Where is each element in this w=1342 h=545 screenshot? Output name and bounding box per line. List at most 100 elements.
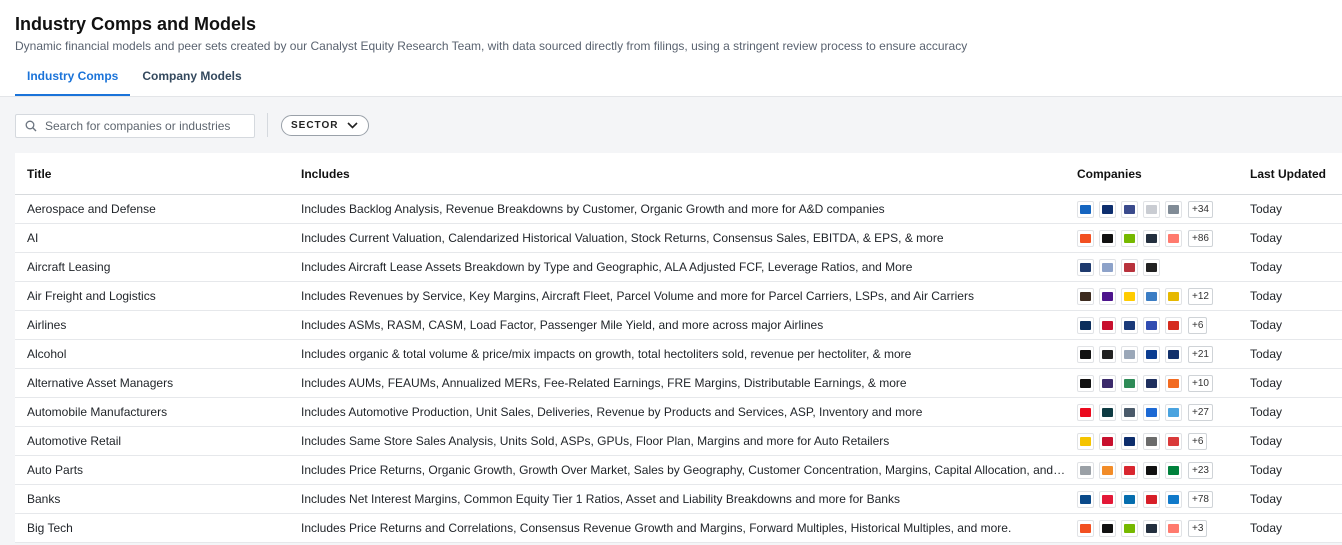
table-row[interactable]: Alcohol Includes organic & total volume &…	[15, 340, 1342, 369]
company-logo[interactable]	[1165, 345, 1182, 363]
company-logo[interactable]	[1099, 374, 1116, 392]
company-logo[interactable]	[1143, 200, 1160, 218]
company-logo[interactable]	[1121, 432, 1138, 450]
company-logo[interactable]	[1121, 403, 1138, 421]
company-logo[interactable]	[1099, 432, 1116, 450]
company-logo[interactable]	[1077, 461, 1094, 479]
company-logo[interactable]	[1121, 519, 1138, 537]
more-companies-badge[interactable]: +21	[1188, 345, 1213, 363]
company-logo[interactable]	[1121, 229, 1138, 247]
company-logo[interactable]	[1099, 200, 1116, 218]
row-title[interactable]: Aerospace and Defense	[15, 202, 301, 216]
company-logo[interactable]	[1165, 229, 1182, 247]
table-row[interactable]: Big Tech Includes Price Returns and Corre…	[15, 514, 1342, 543]
company-logo[interactable]	[1077, 316, 1094, 334]
more-companies-badge[interactable]: +34	[1188, 200, 1213, 218]
company-logo[interactable]	[1165, 287, 1182, 305]
company-logo[interactable]	[1077, 287, 1094, 305]
sector-filter-button[interactable]: SECTOR	[281, 115, 369, 136]
row-title[interactable]: Automobile Manufacturers	[15, 405, 301, 419]
company-logo[interactable]	[1121, 461, 1138, 479]
row-title[interactable]: Alcohol	[15, 347, 301, 361]
company-logo[interactable]	[1143, 345, 1160, 363]
company-logo[interactable]	[1121, 316, 1138, 334]
company-logo[interactable]	[1099, 490, 1116, 508]
company-logo[interactable]	[1143, 374, 1160, 392]
company-logo[interactable]	[1143, 403, 1160, 421]
company-logo[interactable]	[1121, 287, 1138, 305]
row-title[interactable]: Big Tech	[15, 521, 301, 535]
company-logo[interactable]	[1099, 403, 1116, 421]
more-companies-badge[interactable]: +86	[1188, 229, 1213, 247]
tab-company-models[interactable]: Company Models	[130, 62, 253, 96]
company-logo[interactable]	[1099, 316, 1116, 334]
company-logo[interactable]	[1165, 461, 1182, 479]
company-logo[interactable]	[1077, 519, 1094, 537]
more-companies-badge[interactable]: +10	[1188, 374, 1213, 392]
table-row[interactable]: Aerospace and Defense Includes Backlog An…	[15, 195, 1342, 224]
company-logo[interactable]	[1077, 432, 1094, 450]
company-logo[interactable]	[1099, 461, 1116, 479]
table-row[interactable]: Alternative Asset Managers Includes AUMs,…	[15, 369, 1342, 398]
search-box[interactable]	[15, 114, 255, 138]
company-logo[interactable]	[1121, 490, 1138, 508]
table-row[interactable]: Auto Parts Includes Price Returns, Organi…	[15, 456, 1342, 485]
more-companies-badge[interactable]: +6	[1188, 316, 1208, 334]
company-logo[interactable]	[1077, 229, 1094, 247]
more-companies-badge[interactable]: +27	[1188, 403, 1213, 421]
company-logo[interactable]	[1165, 519, 1182, 537]
row-title[interactable]: AI	[15, 231, 301, 245]
company-logo[interactable]	[1165, 432, 1182, 450]
table-row[interactable]: Air Freight and Logistics Includes Revenu…	[15, 282, 1342, 311]
more-companies-badge[interactable]: +78	[1188, 490, 1213, 508]
table-row[interactable]: AI Includes Current Valuation, Calendariz…	[15, 224, 1342, 253]
company-logo[interactable]	[1077, 258, 1094, 276]
company-logo[interactable]	[1121, 374, 1138, 392]
company-logo[interactable]	[1099, 287, 1116, 305]
row-title[interactable]: Banks	[15, 492, 301, 506]
table-row[interactable]: Aircraft Leasing Includes Aircraft Lease …	[15, 253, 1342, 282]
company-logo[interactable]	[1099, 345, 1116, 363]
company-logo[interactable]	[1143, 258, 1160, 276]
company-logo[interactable]	[1099, 229, 1116, 247]
more-companies-badge[interactable]: +6	[1188, 432, 1208, 450]
row-title[interactable]: Air Freight and Logistics	[15, 289, 301, 303]
company-logo[interactable]	[1121, 345, 1138, 363]
table-row[interactable]: Banks Includes Net Interest Margins, Comm…	[15, 485, 1342, 514]
tab-industry-comps[interactable]: Industry Comps	[15, 62, 131, 96]
company-logo[interactable]	[1121, 200, 1138, 218]
company-logo[interactable]	[1165, 374, 1182, 392]
more-companies-badge[interactable]: +3	[1188, 519, 1208, 537]
table-row[interactable]: Airlines Includes ASMs, RASM, CASM, Load …	[15, 311, 1342, 340]
company-logo[interactable]	[1143, 229, 1160, 247]
company-logo[interactable]	[1143, 432, 1160, 450]
company-logo[interactable]	[1099, 519, 1116, 537]
row-title[interactable]: Auto Parts	[15, 463, 301, 477]
company-logo[interactable]	[1165, 490, 1182, 508]
column-header-last-updated[interactable]: Last Updated	[1250, 167, 1342, 181]
company-logo[interactable]	[1165, 403, 1182, 421]
company-logo[interactable]	[1077, 374, 1094, 392]
company-logo[interactable]	[1077, 345, 1094, 363]
company-logo[interactable]	[1143, 461, 1160, 479]
company-logo[interactable]	[1099, 258, 1116, 276]
company-logo[interactable]	[1077, 200, 1094, 218]
more-companies-badge[interactable]: +23	[1188, 461, 1213, 479]
table-row[interactable]: Automotive Retail Includes Same Store Sal…	[15, 427, 1342, 456]
column-header-companies[interactable]: Companies	[1076, 167, 1250, 181]
company-logo[interactable]	[1143, 287, 1160, 305]
company-logo[interactable]	[1143, 490, 1160, 508]
company-logo[interactable]	[1143, 316, 1160, 334]
company-logo[interactable]	[1077, 490, 1094, 508]
column-header-title[interactable]: Title	[15, 167, 301, 181]
more-companies-badge[interactable]: +12	[1188, 287, 1213, 305]
table-row[interactable]: Automobile Manufacturers Includes Automot…	[15, 398, 1342, 427]
search-input[interactable]	[45, 119, 245, 133]
row-title[interactable]: Automotive Retail	[15, 434, 301, 448]
company-logo[interactable]	[1143, 519, 1160, 537]
row-title[interactable]: Aircraft Leasing	[15, 260, 301, 274]
company-logo[interactable]	[1077, 403, 1094, 421]
column-header-includes[interactable]: Includes	[301, 167, 1076, 181]
company-logo[interactable]	[1165, 316, 1182, 334]
company-logo[interactable]	[1121, 258, 1138, 276]
